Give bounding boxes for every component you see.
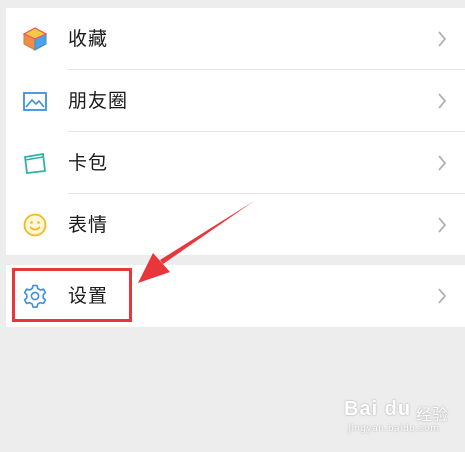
sticker-smiley-icon [23, 213, 47, 237]
chevron-right-icon [438, 155, 447, 171]
top-background-strip [0, 0, 465, 8]
menu-item-label: 卡包 [68, 152, 109, 174]
favorites-cube-icon [22, 27, 48, 51]
watermark-url: jingyan.baidu.com [348, 424, 440, 434]
chevron-right-icon [438, 217, 447, 233]
menu-item-favorites[interactable]: 收藏 [6, 8, 465, 70]
menu-item-card-wallet[interactable]: 卡包 [6, 132, 465, 194]
chevron-right-icon [438, 288, 447, 304]
card-wallet-icon [23, 152, 46, 174]
moments-picture-icon [23, 92, 47, 111]
me-menu-group: 收藏 朋友圈 卡包 表情 [6, 8, 465, 255]
menu-item-moments[interactable]: 朋友圈 [6, 70, 465, 132]
menu-item-label: 表情 [68, 214, 109, 236]
menu-item-stickers[interactable]: 表情 [6, 194, 465, 256]
menu-item-label: 设置 [68, 285, 109, 307]
menu-item-label: 朋友圈 [68, 90, 129, 112]
menu-item-settings[interactable]: 设置 [6, 265, 465, 327]
chevron-right-icon [438, 93, 447, 109]
watermark-brand: Bai du [344, 398, 412, 420]
settings-gear-icon [23, 284, 47, 308]
chevron-right-icon [438, 31, 447, 47]
menu-item-label: 收藏 [68, 28, 109, 50]
watermark-suffix: 经验 [416, 405, 449, 424]
baidu-jingyan-watermark: Bai du 经验 jingyan.baidu.com [344, 398, 456, 444]
settings-menu-group: 设置 [6, 265, 465, 327]
